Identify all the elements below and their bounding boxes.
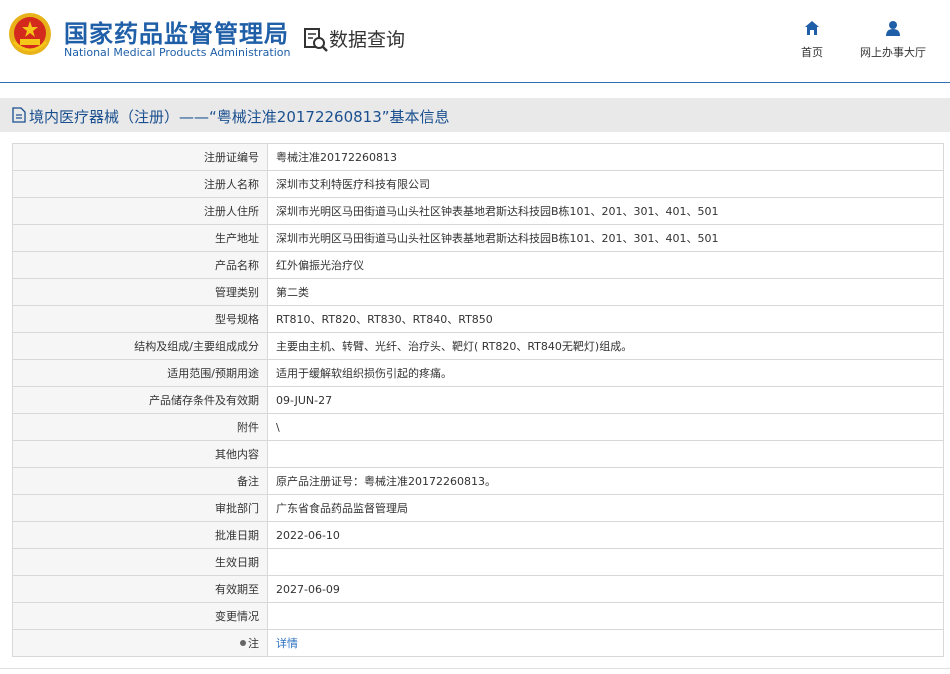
field-value: 深圳市艾利特医疗科技有限公司: [267, 170, 944, 198]
field-value: [267, 548, 944, 576]
search-document-icon: [304, 28, 328, 52]
page-title-bar: 境内医疗器械（注册）——“粤械注准20172260813”基本信息: [0, 98, 950, 132]
field-label: 生效日期: [12, 548, 268, 576]
field-label: 批准日期: [12, 521, 268, 549]
table-row: 管理类别 第二类: [12, 278, 944, 306]
field-value: [267, 440, 944, 468]
field-label: 产品储存条件及有效期: [12, 386, 268, 414]
field-value: 红外偏振光治疗仪: [267, 251, 944, 279]
table-row: 有效期至 2027-06-09: [12, 575, 944, 603]
nav-online-office[interactable]: 网上办事大厅: [856, 20, 930, 60]
field-label: 注: [12, 629, 268, 657]
table-row: 结构及组成/主要组成成分 主要由主机、转臂、光纤、治疗头、靶灯( RT820、RT…: [12, 332, 944, 360]
table-row: 生效日期: [12, 548, 944, 576]
field-label: 备注: [12, 467, 268, 495]
field-label: 附件: [12, 413, 268, 441]
field-value: 第二类: [267, 278, 944, 306]
field-value: 09-JUN-27: [267, 386, 944, 414]
table-row: 生产地址 深圳市光明区马田街道马山头社区钟表基地君斯达科技园B栋101、201、3…: [12, 224, 944, 252]
document-icon: [12, 107, 26, 123]
nav-online-office-label: 网上办事大厅: [860, 46, 926, 59]
field-label: 变更情况: [12, 602, 268, 630]
field-value: [267, 602, 944, 630]
nav-home-label: 首页: [801, 46, 823, 59]
site-title-cn: 国家药品监督管理局: [64, 20, 289, 48]
field-label: 生产地址: [12, 224, 268, 252]
table-row: 批准日期 2022-06-10: [12, 521, 944, 549]
field-value: 主要由主机、转臂、光纤、治疗头、靶灯( RT820、RT840无靶灯)组成。: [267, 332, 944, 360]
field-label: 审批部门: [12, 494, 268, 522]
field-value: \: [267, 413, 944, 441]
field-label: 管理类别: [12, 278, 268, 306]
field-label: 型号规格: [12, 305, 268, 333]
field-value: RT810、RT820、RT830、RT840、RT850: [267, 305, 944, 333]
site-header: 国家药品监督管理局 National Medical Products Admi…: [0, 0, 950, 83]
table-row: 产品储存条件及有效期 09-JUN-27: [12, 386, 944, 414]
table-row: 注 详情: [12, 629, 944, 657]
page-title: 境内医疗器械（注册）——“粤械注准20172260813”基本信息: [29, 108, 450, 126]
pin-icon: [240, 640, 246, 646]
field-label: 其他内容: [12, 440, 268, 468]
field-label: 有效期至: [12, 575, 268, 603]
field-label: 结构及组成/主要组成成分: [12, 332, 268, 360]
table-row: 变更情况: [12, 602, 944, 630]
field-value: 广东省食品药品监督管理局: [267, 494, 944, 522]
site-title-en: National Medical Products Administration: [64, 46, 291, 59]
user-icon: [886, 21, 900, 36]
table-row: 注册人名称 深圳市艾利特医疗科技有限公司: [12, 170, 944, 198]
field-label: 注册证编号: [12, 143, 268, 171]
device-info-table: 注册证编号 粤械注准20172260813 注册人名称 深圳市艾利特医疗科技有限公司注…: [12, 143, 944, 657]
table-row: 注册证编号 粤械注准20172260813: [12, 143, 944, 171]
table-row: 产品名称 红外偏振光治疗仪: [12, 251, 944, 279]
table-row: 附件 \: [12, 413, 944, 441]
table-row: 审批部门 广东省食品药品监督管理局: [12, 494, 944, 522]
field-value: 2027-06-09: [267, 575, 944, 603]
field-value: 2022-06-10: [267, 521, 944, 549]
field-value: 适用于缓解软组织损伤引起的疼痛。: [267, 359, 944, 387]
details-link[interactable]: 详情: [276, 637, 298, 650]
note-label: 注: [248, 637, 259, 650]
table-row: 其他内容: [12, 440, 944, 468]
table-row: 型号规格 RT810、RT820、RT830、RT840、RT850: [12, 305, 944, 333]
divider: [0, 668, 950, 669]
field-label: 产品名称: [12, 251, 268, 279]
field-value: 详情: [267, 629, 944, 657]
field-value: 深圳市光明区马田街道马山头社区钟表基地君斯达科技园B栋101、201、301、4…: [267, 224, 944, 252]
field-value: 粤械注准20172260813: [267, 143, 944, 171]
home-icon: [805, 21, 819, 35]
field-value: 深圳市光明区马田街道马山头社区钟表基地君斯达科技园B栋101、201、301、4…: [267, 197, 944, 225]
national-emblem-icon: [9, 13, 51, 55]
nav-home[interactable]: 首页: [797, 20, 827, 60]
field-value: 原产品注册证号：粤械注准20172260813。: [267, 467, 944, 495]
table-row: 适用范围/预期用途 适用于缓解软组织损伤引起的疼痛。: [12, 359, 944, 387]
field-label: 注册人名称: [12, 170, 268, 198]
table-row: 注册人住所 深圳市光明区马田街道马山头社区钟表基地君斯达科技园B栋101、201、…: [12, 197, 944, 225]
table-row: 备注 原产品注册证号：粤械注准20172260813。: [12, 467, 944, 495]
field-label: 适用范围/预期用途: [12, 359, 268, 387]
data-query-link[interactable]: 数据查询: [329, 25, 405, 52]
field-label: 注册人住所: [12, 197, 268, 225]
